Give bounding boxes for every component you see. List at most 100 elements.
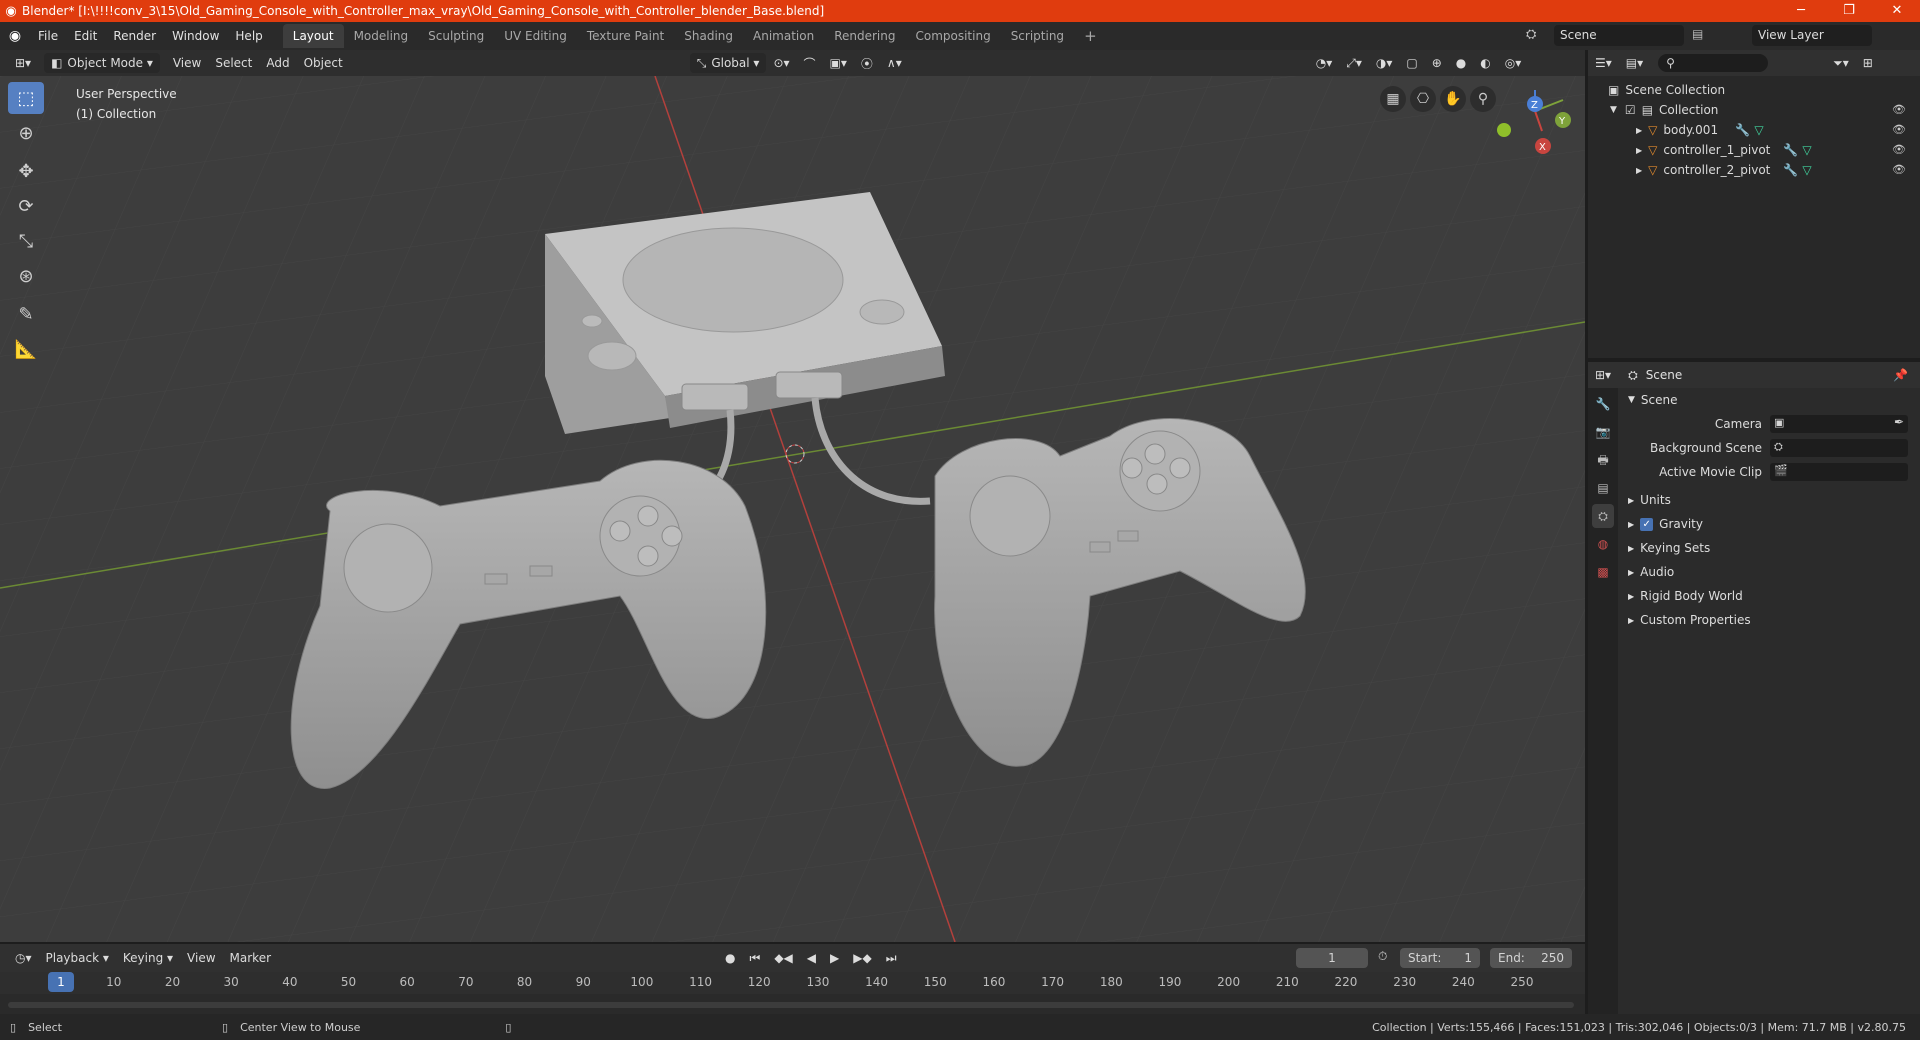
play-reverse-icon[interactable]: ◀ xyxy=(800,948,823,968)
xray-icon[interactable]: ▢ xyxy=(1399,53,1424,73)
orientation-dropdown[interactable]: ⤡ Global ▾ xyxy=(689,53,767,73)
scene-section-header[interactable]: ▼ Scene xyxy=(1622,388,1920,412)
timeline-menu-marker[interactable]: Marker xyxy=(223,948,278,968)
tab-modeling[interactable]: Modeling xyxy=(344,24,419,48)
select-box-icon[interactable]: ⬚ xyxy=(8,82,44,114)
tab-compositing[interactable]: Compositing xyxy=(905,24,1000,48)
blender-menu-icon[interactable]: ◉ xyxy=(0,28,30,44)
visibility-icon[interactable]: ◔▾ xyxy=(1309,53,1340,73)
eyedropper-icon[interactable]: ✒ xyxy=(1894,415,1904,429)
tab-scripting[interactable]: Scripting xyxy=(1001,24,1074,48)
frame-ruler[interactable]: 1 10 20 30 40 50 60 70 80 90 100 110 120 130 140 150 160… xyxy=(0,972,1585,994)
render-tab-icon[interactable]: 📷 xyxy=(1592,420,1614,444)
current-frame-input[interactable]: 1 xyxy=(1296,948,1368,968)
cursor-icon[interactable]: ⊕ xyxy=(8,117,44,149)
grid-view-icon[interactable]: ▦ xyxy=(1380,86,1406,112)
timeline-menu-keying[interactable]: Keying ▾ xyxy=(116,948,180,968)
units-section[interactable]: ▶ Units xyxy=(1622,488,1920,512)
tab-shading[interactable]: Shading xyxy=(674,24,743,48)
rotate-icon[interactable]: ⟳ xyxy=(8,190,44,222)
viewport-menu-select[interactable]: Select xyxy=(208,53,259,73)
falloff-icon[interactable]: ∧▾ xyxy=(880,53,909,73)
scene-field[interactable]: Scene xyxy=(1554,25,1684,46)
expand-chevron-right-icon[interactable]: ▶ xyxy=(1636,166,1642,175)
timeline-menu-view[interactable]: View xyxy=(180,948,222,968)
gizmo-toggle-icon[interactable]: ⤢▾ xyxy=(1339,53,1369,73)
gravity-section[interactable]: ▶ ✓ Gravity xyxy=(1622,512,1920,536)
transform-icon[interactable]: ⊛ xyxy=(8,260,44,292)
tool-tab-icon[interactable]: 🔧 xyxy=(1592,392,1614,416)
outliner-row-scene-collection[interactable]: ▣ Scene Collection xyxy=(1588,80,1920,100)
editor-type-button[interactable]: ⊞▾ xyxy=(8,53,38,73)
viewport-menu-add[interactable]: Add xyxy=(259,53,296,73)
timeline-menu-playback[interactable]: Playback ▾ xyxy=(39,948,116,968)
custom-properties-section[interactable]: ▶ Custom Properties xyxy=(1622,608,1920,632)
viewport-menu-object[interactable]: Object xyxy=(297,53,350,73)
view-layer-field[interactable]: View Layer xyxy=(1752,25,1872,46)
world-tab-icon[interactable]: ◍ xyxy=(1592,532,1614,556)
outliner-row-collection[interactable]: ▼ ☑ ▤ Collection 👁 xyxy=(1588,100,1920,120)
menu-help[interactable]: Help xyxy=(227,22,270,50)
eye-icon[interactable]: 👁 xyxy=(1892,103,1906,116)
camera-view-icon[interactable]: ⎔ xyxy=(1410,86,1436,112)
tab-animation[interactable]: Animation xyxy=(743,24,824,48)
outliner-row-body[interactable]: ▶ ▽ body.001 🔧 ▽ 👁 xyxy=(1588,120,1920,140)
overlay-toggle-icon[interactable]: ◑▾ xyxy=(1369,53,1400,73)
record-icon[interactable]: ● xyxy=(718,948,742,968)
annotate-icon[interactable]: ✎ xyxy=(8,298,44,330)
outliner-row-controller-2[interactable]: ▶ ▽ controller_2_pivot 🔧 ▽ 👁 xyxy=(1588,160,1920,180)
tab-texture-paint[interactable]: Texture Paint xyxy=(577,24,674,48)
eye-icon[interactable]: 👁 xyxy=(1892,143,1906,156)
zoom-icon[interactable]: ⚲ xyxy=(1470,86,1496,112)
expand-chevron-right-icon[interactable]: ▶ xyxy=(1636,146,1642,155)
outliner-row-controller-1[interactable]: ▶ ▽ controller_1_pivot 🔧 ▽ 👁 xyxy=(1588,140,1920,160)
outliner-search-input[interactable]: ⚲ xyxy=(1658,54,1769,72)
eye-icon[interactable]: 👁 xyxy=(1892,163,1906,176)
background-scene-input[interactable]: ⛭ xyxy=(1770,439,1908,457)
timeline-editor-type-icon[interactable]: ◷▾ xyxy=(8,948,39,968)
audio-section[interactable]: ▶ Audio xyxy=(1622,560,1920,584)
filter-icon[interactable]: ⏷▾ xyxy=(1826,53,1856,73)
shading-rendered-icon[interactable]: ◎▾ xyxy=(1498,53,1529,73)
viewport-menu-view[interactable]: View xyxy=(166,53,208,73)
properties-editor-type-icon[interactable]: ⊞▾ xyxy=(1588,365,1618,385)
pivot-icon[interactable]: ⊙▾ xyxy=(766,53,796,73)
camera-value-input[interactable]: ▣ ✒ xyxy=(1770,415,1908,433)
snap-icon[interactable]: ⌒ xyxy=(797,53,823,73)
tab-sculpting[interactable]: Sculpting xyxy=(418,24,494,48)
end-frame-input[interactable]: End: 250 xyxy=(1490,948,1572,968)
shading-wireframe-icon[interactable]: ⊕ xyxy=(1425,53,1449,73)
add-workspace-button[interactable]: + xyxy=(1074,24,1107,48)
shading-solid-icon[interactable]: ● xyxy=(1449,53,1473,73)
3d-viewport[interactable]: Z Y X xyxy=(0,76,1585,942)
tab-layout[interactable]: Layout xyxy=(282,24,344,48)
menu-render[interactable]: Render xyxy=(105,22,164,50)
outliner-editor-type-icon[interactable]: ☰▾ xyxy=(1588,53,1619,73)
measure-icon[interactable]: 📐 xyxy=(8,333,44,365)
expand-chevron-right-icon[interactable]: ▶ xyxy=(1636,126,1642,135)
shading-material-icon[interactable]: ◐ xyxy=(1473,53,1497,73)
menu-window[interactable]: Window xyxy=(164,22,227,50)
pan-hand-icon[interactable]: ✋ xyxy=(1440,86,1466,112)
output-tab-icon[interactable]: 🖶 xyxy=(1592,448,1614,472)
new-collection-icon[interactable]: ⊞ xyxy=(1856,53,1880,73)
next-keyframe-icon[interactable]: ▶◆ xyxy=(846,948,878,968)
expand-chevron-down-icon[interactable]: ▼ xyxy=(1610,105,1617,115)
jump-end-icon[interactable]: ⏭ xyxy=(879,948,904,968)
start-frame-input[interactable]: Start: 1 xyxy=(1400,948,1480,968)
move-icon[interactable]: ✥ xyxy=(8,155,44,187)
eye-icon[interactable]: 👁 xyxy=(1892,123,1906,136)
gravity-checkbox[interactable]: ✓ xyxy=(1640,517,1654,531)
menu-file[interactable]: File xyxy=(30,22,66,50)
scale-icon[interactable]: ⤡ xyxy=(8,225,44,257)
menu-edit[interactable]: Edit xyxy=(66,22,105,50)
collection-checkbox[interactable]: ☑ xyxy=(1625,103,1636,117)
mode-dropdown[interactable]: ◧ Object Mode ▾ xyxy=(44,53,160,73)
scene-tab-icon[interactable]: ⛭ xyxy=(1592,504,1614,528)
texture-tab-icon[interactable]: ▩ xyxy=(1592,560,1614,584)
close-button[interactable]: ✕ xyxy=(1876,0,1918,22)
pin-icon[interactable]: 📌 xyxy=(1893,368,1908,382)
tab-uv-editing[interactable]: UV Editing xyxy=(494,24,577,48)
view-layer-tab-icon[interactable]: ▤ xyxy=(1592,476,1614,500)
minimize-button[interactable]: ─ xyxy=(1780,0,1822,22)
